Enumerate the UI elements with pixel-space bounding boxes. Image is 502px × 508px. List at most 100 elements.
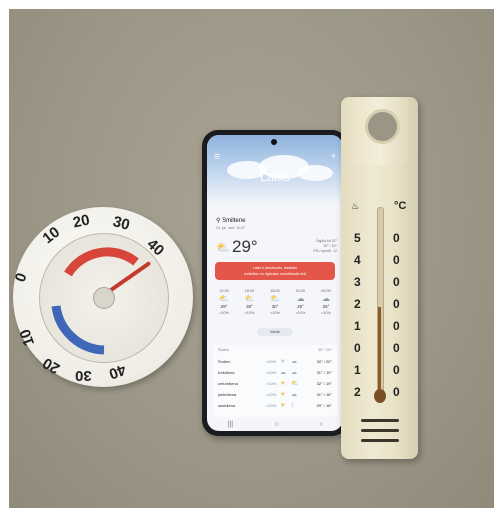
weather-app-screen: ☰ + Laiks ⚲ Smiltene 24. jūl., otrd. 12:… [207, 135, 343, 431]
dial-number: 20 [71, 211, 92, 232]
scale-number: 1 [354, 363, 361, 377]
thermometer-bulb [374, 389, 386, 403]
day-precip: <10% [266, 359, 277, 364]
scale-number: 0 [393, 385, 400, 399]
daily-row[interactable]: ceturtdiena <10% ☀ ⛅ 32° / 19° [218, 381, 332, 390]
front-camera [271, 139, 277, 145]
back-icon[interactable]: ‹ [320, 421, 322, 428]
cloud-icon: ☁ [322, 294, 330, 303]
hanging-hole [365, 109, 400, 144]
scale-number: 1 [354, 319, 361, 333]
unit-label: °C [394, 200, 407, 212]
cloud-icon: ☁ [280, 370, 286, 376]
daily-row[interactable]: Šodien <10% ☀ ☁ 30° / 20° [218, 359, 332, 368]
day-range: 29° / 16° [316, 403, 332, 408]
scale-number: 0 [393, 341, 400, 355]
sun-icon: ☀ [280, 381, 286, 387]
hour-item: 00:00 ☁ 25° <10% [315, 288, 337, 316]
hour-precip: <10% [219, 311, 229, 315]
scale-number: 3 [354, 275, 361, 289]
partly-cloudy-icon: ⛅ [219, 294, 229, 303]
current-temperature: 29° [232, 237, 258, 256]
scale-number: 4 [354, 253, 361, 267]
day-name: trešdiena [218, 370, 235, 375]
hour-precip: <10% [295, 311, 306, 315]
android-navbar: ||| ○ ‹ [207, 421, 343, 428]
dial-number: 0 [11, 270, 31, 285]
hour-item: 12:30 ⛅ 29° <10% [213, 288, 235, 316]
cloud-icon: ☁ [291, 392, 297, 398]
hour-precip: <10% [270, 311, 280, 315]
scale-number: 2 [354, 297, 361, 311]
location-label: Smiltene [222, 218, 246, 224]
dial-thermometer: 10 20 30 40 0 10 20 30 40 [11, 207, 193, 387]
daily-row[interactable]: piektdiena <10% ☀ ☁ 31° / 18° [218, 392, 332, 401]
scale-number: 0 [393, 275, 400, 289]
location-date: 24. jūl., otrd. 12:37 [216, 226, 245, 230]
day-name: Šodien [218, 359, 231, 364]
cloud-icon: ☁ [291, 370, 297, 376]
daily-row[interactable]: trešdiena <10% ☁ ☁ 31° / 19° [218, 370, 332, 379]
recent-apps-icon[interactable]: ||| [228, 421, 233, 428]
grip-groove [361, 429, 399, 432]
partly-cloudy-icon: ⛅ [291, 381, 299, 387]
sun-icon: ☀ [280, 403, 286, 409]
location-name: ⚲ Smiltene [216, 218, 246, 224]
scale-number: 0 [393, 319, 400, 333]
day-range: 32° / 19° [316, 381, 332, 386]
daily-header-left: Šodien [218, 348, 230, 352]
hour-item: 18:00 ⛅ 30° <10% [264, 288, 286, 316]
wall-thermometer: ♨ °C 5 4 3 2 1 0 1 2 0 0 0 0 0 0 0 0 [341, 97, 418, 459]
add-location-icon[interactable]: + [331, 151, 336, 161]
scale-number: 0 [393, 253, 400, 267]
smartphone: ☰ + Laiks ⚲ Smiltene 24. jūl., otrd. 12:… [202, 130, 348, 436]
partly-cloudy-icon: ⛅ [270, 294, 280, 303]
cloud-icon: ☁ [291, 359, 297, 365]
scale-number: 2 [354, 385, 361, 399]
app-title: Laiks [259, 169, 291, 184]
hour-precip: <10% [321, 311, 331, 315]
dial-hub [93, 287, 115, 309]
dial-number: 30 [75, 367, 92, 384]
thermometer-liquid [378, 307, 381, 399]
day-precip: <10% [266, 403, 277, 408]
day-name: ceturtdiena [218, 381, 238, 386]
hour-item: 21:00 ☁ 25° <10% [290, 288, 312, 316]
hour-item: 15:00 ⛅ 30° <10% [239, 288, 261, 316]
daily-row[interactable]: sestdiena <10% ☀ ☾ 29° / 16° [218, 403, 332, 412]
hourly-forecast: 12:30 ⛅ 29° <10% 15:00 ⛅ 30° <10% 18:00 … [213, 288, 337, 316]
moon-icon: ☾ [291, 403, 297, 409]
home-icon[interactable]: ○ [274, 421, 278, 428]
sun-icon: ☀ [280, 392, 286, 398]
day-precip: <10% [266, 381, 277, 386]
thermometer-hanger [351, 97, 408, 165]
day-range: 30° / 20° [316, 359, 332, 364]
weather-alert-banner[interactable]: Laiks ir piesārņots, iesakām izvairīties… [215, 262, 335, 280]
day-precip: <10% [266, 392, 277, 397]
more-button[interactable]: Vairāk [257, 328, 293, 336]
day-name: sestdiena [218, 403, 236, 408]
dial-number: 40 [106, 360, 129, 383]
scale-number: 5 [354, 231, 361, 245]
day-range: 31° / 19° [316, 370, 332, 375]
sun-cloud-icon: ⛅ [216, 242, 230, 254]
daily-header-right: 30° / 20° [318, 348, 332, 352]
grip-groove [361, 439, 399, 442]
hour-precip: <10% [244, 311, 255, 315]
scale-number: 0 [393, 231, 400, 245]
day-precip: <10% [266, 370, 277, 375]
menu-icon[interactable]: ☰ [214, 153, 220, 161]
photo-scene: 10 20 30 40 0 10 20 30 40 ☰ + Laiks ⚲ Sm… [9, 9, 494, 508]
dial-number: 10 [16, 326, 39, 349]
current-details: Sajūta kā 32° 30° / 20° PM / apmēr. 12 [289, 239, 337, 254]
alert-line: izvairīties no ilgstošas uzturēšanās ārā [244, 272, 306, 276]
scale-number: 0 [393, 363, 400, 377]
sun-icon: ☀ [280, 359, 286, 365]
scale-number: 0 [354, 341, 361, 355]
drop-icon: ♨ [351, 201, 360, 211]
day-range: 31° / 18° [316, 392, 332, 397]
daily-forecast: Šodien 30° / 20° Šodien <10% ☀ ☁ 30° / 2… [213, 345, 337, 417]
scale-number: 0 [393, 297, 400, 311]
partly-cloudy-icon: ⛅ [244, 294, 255, 303]
cloud-icon: ☁ [296, 294, 305, 303]
